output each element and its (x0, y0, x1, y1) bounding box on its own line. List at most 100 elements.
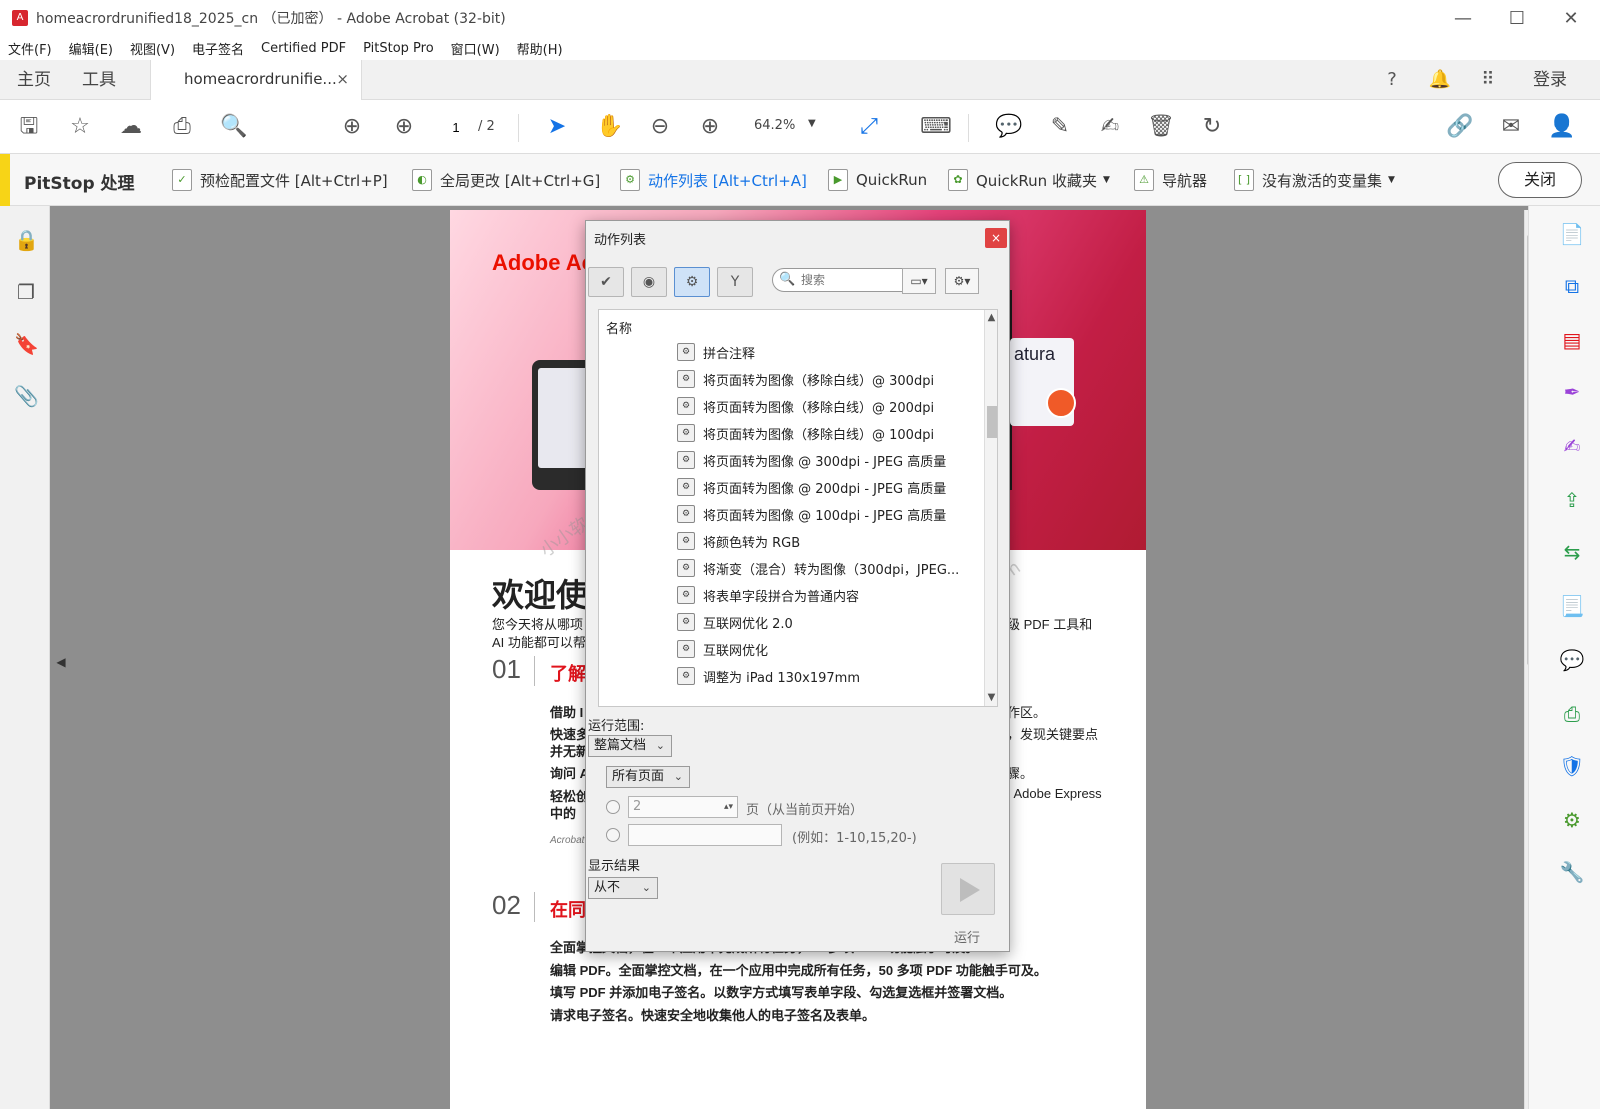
collapse-left-panel-icon[interactable]: ◀ (52, 650, 70, 674)
menu-certified-pdf[interactable]: Certified PDF (261, 41, 346, 56)
close-window-button[interactable]: ✕ (1544, 0, 1598, 36)
spinner-arrows-icon[interactable]: ▴▾ (724, 797, 733, 817)
upload-cloud-icon[interactable]: ☁ (117, 113, 145, 141)
bookmark-icon[interactable]: 🔖 (14, 332, 39, 358)
list-item[interactable]: ⚙ 互联网优化 2.0 (677, 610, 987, 634)
filter-globe-icon[interactable]: ◉ (631, 267, 667, 297)
scroll-down-icon[interactable]: ▼ (985, 692, 997, 706)
save-icon[interactable]: 🖫 (15, 113, 43, 141)
list-scroll-thumb[interactable] (987, 406, 997, 438)
apps-grid-icon[interactable]: ⠿ (1476, 68, 1500, 92)
hand-tool-icon[interactable]: ✋ (596, 113, 624, 141)
tab-home[interactable]: 主页 (17, 60, 51, 100)
list-item[interactable]: ⚙ 将表单字段拼合为普通内容 (677, 583, 987, 607)
highlight-pen-icon[interactable]: ✎ (1046, 113, 1074, 141)
list-item[interactable]: ⚙ 调整为 iPad 130x197mm (677, 664, 987, 688)
menu-view[interactable]: 视图(V) (130, 39, 175, 58)
pages-icon[interactable]: ❐ (14, 280, 38, 306)
print-icon[interactable]: ⎙ (168, 113, 196, 141)
sign-pen-icon[interactable]: ✍ (1096, 113, 1124, 141)
filter-check-icon[interactable]: ✔ (588, 267, 624, 297)
compare-files-icon[interactable]: ⇆ (1558, 538, 1586, 566)
list-item[interactable]: ⚙ 将页面转为图像 @ 100dpi - JPEG 高质量 (677, 502, 987, 526)
filter-gear-icon[interactable]: ⚙ (674, 267, 710, 297)
page-range-radio[interactable] (606, 828, 620, 842)
prev-page-icon[interactable]: ⊕ (338, 113, 366, 141)
tab-tools[interactable]: 工具 (82, 60, 116, 100)
scan-ocr-icon[interactable]: 📃 (1558, 592, 1586, 620)
run-button[interactable] (941, 863, 995, 915)
zoom-level-select[interactable]: 64.2% ▼ (740, 115, 820, 139)
delete-trash-icon[interactable]: 🗑 (1147, 113, 1175, 141)
list-item[interactable]: ⚙ 将页面转为图像（移除白线）@ 100dpi (677, 421, 987, 445)
export-pdf-icon[interactable]: ⇪ (1558, 486, 1586, 514)
scroll-up-icon[interactable]: ▲ (985, 312, 997, 326)
attachment-icon[interactable]: 📎 (14, 384, 39, 410)
page-number-input[interactable] (442, 115, 470, 139)
comment-icon[interactable]: 💬 (995, 113, 1023, 141)
tab-document[interactable]: homeacrordrunifie... × (150, 60, 362, 101)
select-cursor-icon[interactable]: ➤ (543, 113, 571, 141)
list-item[interactable]: ⚙ 将渐变（混合）转为图像（300dpi，JPEG... (677, 556, 987, 580)
list-item[interactable]: ⚙ 将页面转为图像 @ 300dpi - JPEG 高质量 (677, 448, 987, 472)
calendar-menu-icon[interactable]: ▭▾ (902, 268, 936, 294)
list-item[interactable]: ⚙ 将页面转为图像（移除白线）@ 300dpi (677, 367, 987, 391)
comment-tool-icon[interactable]: 💬 (1558, 646, 1586, 674)
email-icon[interactable]: ✉ (1497, 113, 1525, 141)
menu-help[interactable]: 帮助(H) (517, 39, 563, 58)
zoom-out-icon[interactable]: ⊖ (646, 113, 674, 141)
create-pdf-icon[interactable]: 📄 (1558, 220, 1586, 248)
maximize-button[interactable]: ☐ (1490, 0, 1544, 36)
menu-window[interactable]: 窗口(W) (451, 39, 500, 58)
list-item[interactable]: ⚙ 拼合注释 (677, 340, 987, 364)
account-icon[interactable]: 👤 (1548, 113, 1576, 141)
action-lists-button[interactable]: ⚙ 动作列表 [Alt+Ctrl+A] (620, 168, 807, 192)
dialog-close-button[interactable]: × (985, 228, 1007, 248)
pitstop-close-button[interactable]: 关闭 (1498, 162, 1582, 198)
list-item[interactable]: ⚙ 将页面转为图像（移除白线）@ 200dpi (677, 394, 987, 418)
zoom-in-icon[interactable]: ⊕ (696, 113, 724, 141)
settings-menu-icon[interactable]: ⚙▾ (945, 268, 979, 294)
navigator-button[interactable]: ⚠ 导航器 (1134, 168, 1207, 192)
show-results-select[interactable]: 从不 ⌄ (588, 877, 658, 899)
action-search[interactable]: 🔍 (772, 268, 916, 292)
lock-icon[interactable]: 🔒 (14, 228, 39, 254)
page-count-stepper[interactable]: 2 ▴▾ (628, 796, 738, 818)
list-scrollbar[interactable] (984, 310, 997, 706)
login-link[interactable]: 登录 (1533, 60, 1567, 100)
rotate-icon[interactable]: ↻ (1198, 113, 1226, 141)
list-item[interactable]: ⚙ 将页面转为图像 @ 200dpi - JPEG 高质量 (677, 475, 987, 499)
scope-select[interactable]: 整篇文档 ⌄ (588, 735, 672, 757)
pages-select[interactable]: 所有页面 ⌄ (606, 766, 690, 788)
pitstop-gear-icon[interactable]: ⚙ (1558, 806, 1586, 834)
organize-pages-icon[interactable]: ▤ (1558, 326, 1586, 354)
preflight-profiles-button[interactable]: ✓ 预检配置文件 [Alt+Ctrl+P] (172, 168, 388, 192)
list-item[interactable]: ⚙ 互联网优化 (677, 637, 987, 661)
menu-edit[interactable]: 编辑(E) (69, 39, 113, 58)
protect-shield-icon[interactable]: 🛡 (1558, 752, 1586, 780)
more-tools-icon[interactable]: 🔧 (1558, 858, 1586, 886)
global-changes-button[interactable]: ◐ 全局更改 [Alt+Ctrl+G] (412, 168, 600, 192)
list-item[interactable]: ⚙ 将颜色转为 RGB (677, 529, 987, 553)
bookmark-star-icon[interactable]: ☆ (66, 113, 94, 141)
minimize-button[interactable]: — (1436, 0, 1490, 36)
menu-file[interactable]: 文件(F) (8, 39, 52, 58)
next-page-icon[interactable]: ⊕ (390, 113, 418, 141)
action-list[interactable]: 名称 ⚙ 拼合注释 ⚙ 将页面转为图像（移除白线）@ 300dpi ⚙ 将页面转为图像… (598, 309, 998, 707)
request-signature-icon[interactable]: ✒ (1558, 378, 1586, 406)
doc-tab-close-icon[interactable]: × (336, 70, 349, 88)
page-range-input[interactable] (628, 824, 782, 846)
fill-sign-icon[interactable]: ✍ (1558, 432, 1586, 460)
quickrun-button[interactable]: ▶ QuickRun (828, 168, 927, 192)
variable-set-button[interactable]: [ ] 没有激活的变量集 ▼ (1234, 168, 1395, 192)
quickrun-favorites-button[interactable]: ✿ QuickRun 收藏夹 ▼ (948, 168, 1110, 192)
menu-pitstop-pro[interactable]: PitStop Pro (363, 41, 434, 56)
page-count-radio[interactable] (606, 800, 620, 814)
share-link-icon[interactable]: 🔗 (1446, 113, 1474, 141)
fit-page-icon[interactable]: ⤢ (855, 113, 883, 141)
zoom-search-icon[interactable]: 🔍 (220, 113, 248, 141)
combine-files-icon[interactable]: ⧉ (1558, 272, 1586, 300)
search-input[interactable] (801, 271, 909, 289)
keyboard-icon[interactable]: ⌨ (920, 113, 952, 141)
filter-funnel-icon[interactable]: Y (717, 267, 753, 297)
